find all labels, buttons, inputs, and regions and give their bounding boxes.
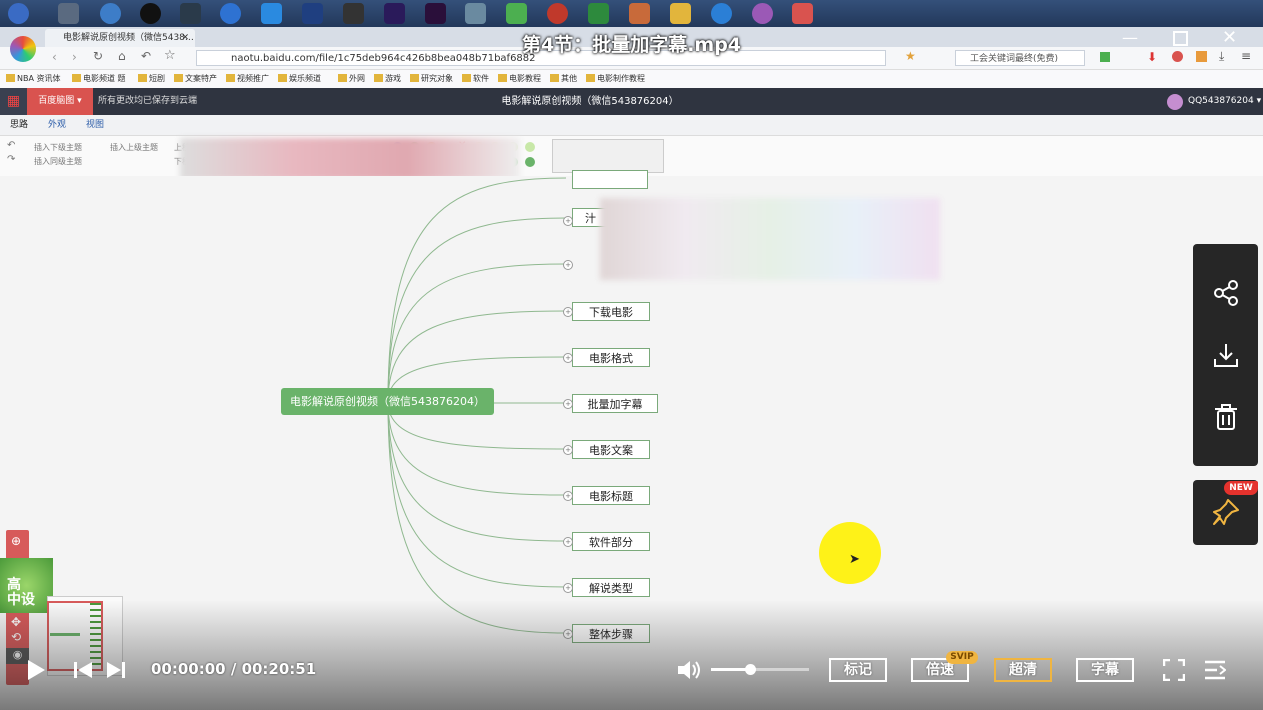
topic-node[interactable]: 软件部分 bbox=[572, 532, 650, 551]
progress-icon[interactable] bbox=[525, 142, 535, 152]
topic-node[interactable]: 电影标题 bbox=[572, 486, 650, 505]
volume-icon[interactable] bbox=[677, 659, 703, 681]
document-title: 电影解说原创视频（微信543876204） bbox=[501, 96, 679, 107]
bookmark-item[interactable]: 短剧 bbox=[138, 73, 165, 84]
expand-icon[interactable]: + bbox=[563, 216, 573, 226]
subtitle-button[interactable]: 字幕 bbox=[1076, 658, 1134, 682]
bookmark-item[interactable]: 游戏 bbox=[374, 73, 401, 84]
start-icon[interactable] bbox=[8, 3, 29, 24]
qq-icon[interactable] bbox=[140, 3, 161, 24]
bookmark-item[interactable]: 研究对象 bbox=[410, 73, 453, 84]
wechat-icon[interactable] bbox=[588, 3, 609, 24]
app-icon[interactable] bbox=[220, 3, 241, 24]
branch-connector bbox=[387, 401, 567, 542]
playback-time: 00:00:00 / 00:20:51 bbox=[151, 660, 317, 678]
share-icon[interactable] bbox=[1212, 279, 1240, 307]
bookmark-item[interactable]: 电影频道 题 bbox=[72, 73, 126, 84]
app-icon[interactable] bbox=[180, 3, 201, 24]
app-icon[interactable] bbox=[506, 3, 527, 24]
playlist-icon[interactable] bbox=[1204, 660, 1226, 680]
zoom-in-icon[interactable]: ⊕ bbox=[11, 534, 21, 548]
tab-idea[interactable]: 思路 bbox=[10, 115, 28, 135]
topic-node[interactable]: 批量加字幕 bbox=[572, 394, 658, 413]
current-time: 00:00:00 bbox=[151, 660, 226, 678]
bookmark-item[interactable]: 其他 bbox=[550, 73, 577, 84]
template-selector[interactable] bbox=[552, 139, 664, 173]
expand-icon[interactable]: + bbox=[563, 445, 573, 455]
user-menu[interactable]: QQ543876204 ▾ bbox=[1168, 88, 1261, 115]
player-controls-bar bbox=[0, 600, 1263, 710]
ie-icon[interactable] bbox=[711, 3, 732, 24]
topic-node[interactable]: 电影文案 bbox=[572, 440, 650, 459]
app-icon[interactable] bbox=[792, 3, 813, 24]
branch-connector bbox=[387, 401, 567, 634]
after-effects-icon[interactable] bbox=[384, 3, 405, 24]
bookmark-item[interactable]: 文案特产 bbox=[174, 73, 217, 84]
app-icon[interactable] bbox=[670, 3, 691, 24]
bookmarks-bar: NBA 资讯体 电影频道 题 短剧 文案特产 视频推广 娱乐频道 外网 游戏 研… bbox=[0, 70, 1263, 89]
previous-icon[interactable] bbox=[73, 661, 93, 679]
tab-view[interactable]: 视图 bbox=[86, 115, 104, 135]
cursor-icon: ➤ bbox=[849, 552, 860, 567]
bookmark-item[interactable]: 电影教程 bbox=[498, 73, 541, 84]
topic-node-partial[interactable] bbox=[572, 170, 648, 189]
browser-icon[interactable] bbox=[752, 3, 773, 24]
bookmark-item[interactable]: 娱乐频道 bbox=[278, 73, 321, 84]
root-topic-node[interactable]: 电影解说原创视频（微信543876204） bbox=[281, 388, 494, 415]
bookmark-item[interactable]: 电影制作教程 bbox=[586, 73, 645, 84]
expand-icon[interactable]: + bbox=[563, 491, 573, 501]
svip-badge: SVIP bbox=[946, 651, 978, 664]
expand-icon[interactable]: + bbox=[563, 353, 573, 363]
topic-node[interactable]: 下载电影 bbox=[572, 302, 650, 321]
ribbon-tabs: 思路 外观 视图 bbox=[0, 115, 1263, 136]
expand-icon[interactable]: + bbox=[563, 260, 573, 270]
play-icon[interactable] bbox=[26, 659, 46, 681]
tab-appearance[interactable]: 外观 bbox=[48, 115, 66, 135]
insert-parent-button[interactable]: 插入上级主题 bbox=[110, 142, 158, 153]
app-icon[interactable] bbox=[343, 3, 364, 24]
expand-icon[interactable]: + bbox=[563, 399, 573, 409]
branch-connector bbox=[387, 177, 567, 403]
redacted-region bbox=[600, 198, 940, 280]
fullscreen-icon[interactable] bbox=[1163, 659, 1185, 681]
app-icon[interactable] bbox=[547, 3, 568, 24]
side-action-panel bbox=[1193, 244, 1258, 466]
app-icon[interactable] bbox=[58, 3, 79, 24]
app-icon[interactable] bbox=[465, 3, 486, 24]
redacted-region bbox=[180, 138, 520, 180]
bookmark-item[interactable]: 外网 bbox=[338, 73, 365, 84]
insert-sibling-button[interactable]: 插入同级主题 bbox=[34, 156, 82, 167]
pin-icon[interactable] bbox=[1212, 498, 1240, 526]
duration: 00:20:51 bbox=[241, 660, 317, 678]
bookmark-item[interactable]: NBA 资讯体 bbox=[6, 73, 61, 84]
next-icon[interactable] bbox=[106, 661, 126, 679]
expand-icon[interactable]: + bbox=[563, 307, 573, 317]
browser-icon[interactable] bbox=[100, 3, 121, 24]
bookmark-item[interactable]: 视频推广 bbox=[226, 73, 269, 84]
download-icon[interactable] bbox=[1212, 341, 1240, 369]
taskbar bbox=[0, 0, 1263, 27]
topic-node[interactable]: 电影格式 bbox=[572, 348, 650, 367]
app-icon[interactable] bbox=[629, 3, 650, 24]
expand-icon[interactable]: + bbox=[563, 583, 573, 593]
bookmark-item[interactable]: 软件 bbox=[462, 73, 489, 84]
branch-connector bbox=[387, 263, 567, 403]
topic-node[interactable]: 解说类型 bbox=[572, 578, 650, 597]
player-icon[interactable] bbox=[261, 3, 282, 24]
redo-icon[interactable]: ↷ bbox=[7, 154, 15, 165]
video-title: 第4节：批量加字幕.mp4 bbox=[521, 34, 742, 56]
app-icon[interactable] bbox=[302, 3, 323, 24]
progress-icon[interactable] bbox=[525, 157, 535, 167]
quality-button[interactable]: 超清 bbox=[994, 658, 1052, 682]
undo-icon[interactable]: ↶ bbox=[7, 140, 15, 151]
mark-button[interactable]: 标记 bbox=[829, 658, 887, 682]
premiere-icon[interactable] bbox=[425, 3, 446, 24]
insert-child-button[interactable]: 插入下级主题 bbox=[34, 142, 82, 153]
trash-icon[interactable] bbox=[1212, 403, 1240, 431]
new-badge: NEW bbox=[1224, 481, 1258, 495]
expand-icon[interactable]: + bbox=[563, 537, 573, 547]
